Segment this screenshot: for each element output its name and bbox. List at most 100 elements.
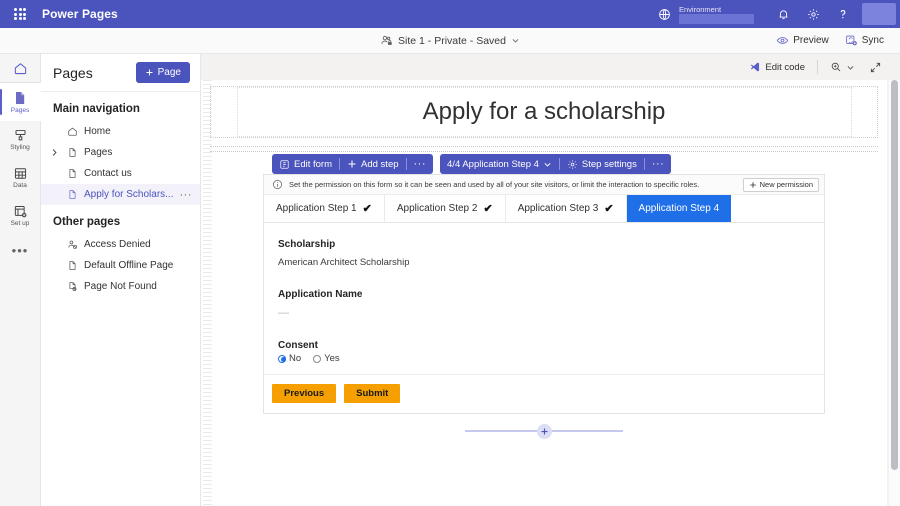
brand-bar-right: Environment <box>649 0 900 28</box>
nav-item-default-offline-label: Default Offline Page <box>84 260 173 271</box>
rail-label-setup: Set up <box>11 220 30 228</box>
nav-item-home-label: Home <box>84 126 111 137</box>
plus-icon <box>347 159 357 169</box>
new-permission-button[interactable]: New permission <box>743 178 819 192</box>
check-icon: ✔ <box>483 202 492 215</box>
power-pages-app: Power Pages Environment <box>0 0 900 506</box>
environment-label: Environment <box>679 5 754 14</box>
form-actions: Previous Submit <box>264 374 824 413</box>
site-status-text: Site 1 - Private - Saved <box>398 35 506 47</box>
rail-item-styling[interactable]: Styling <box>0 121 41 159</box>
nav-item-access-denied-label: Access Denied <box>84 239 151 250</box>
other-pages-title: Other pages <box>41 205 200 234</box>
environment-globe-icon[interactable] <box>649 0 679 28</box>
nav-item-access-denied[interactable]: Access Denied <box>41 234 200 255</box>
consent-option-no[interactable]: No <box>278 353 301 364</box>
step-tab-3-label: Application Step 3 <box>518 203 599 214</box>
help-icon[interactable] <box>828 0 858 28</box>
canvas-scrollbar[interactable] <box>889 80 900 506</box>
vscode-icon <box>749 61 761 73</box>
rail-label-data: Data <box>13 182 27 190</box>
pages-panel: Pages Page Main navigation Home <box>41 54 201 506</box>
gear-icon[interactable] <box>798 0 828 28</box>
rail-item-pages[interactable]: Pages <box>0 83 41 121</box>
add-section-button[interactable] <box>537 424 552 439</box>
waffle-grid <box>14 8 26 20</box>
page-not-found-icon <box>67 281 78 292</box>
page-preview-surface: Apply for a scholarship Edit fo <box>201 80 887 506</box>
form-body: Scholarship American Architect Scholarsh… <box>264 223 824 374</box>
form-more-button[interactable]: ··· <box>407 154 434 174</box>
add-step-label: Add step <box>361 159 399 170</box>
step-selector[interactable]: 4/4 Application Step 4 <box>440 154 559 174</box>
toolbar-divider <box>817 60 818 74</box>
plus-icon <box>145 68 154 77</box>
chevron-right-icon[interactable] <box>51 142 58 163</box>
step-tab-2[interactable]: Application Step 2 ✔ <box>385 195 506 222</box>
rail-more-button[interactable]: ••• <box>0 235 41 265</box>
step-more-button[interactable]: ··· <box>645 154 672 174</box>
rail-item-data[interactable]: Data <box>0 159 41 197</box>
consent-option-yes[interactable]: Yes <box>313 353 340 364</box>
form-steps-tabs: Application Step 1 ✔ Application Step 2 … <box>264 195 824 223</box>
consent-option-yes-label: Yes <box>324 353 340 364</box>
app-launcher-icon[interactable] <box>6 8 34 20</box>
sync-button[interactable]: Sync <box>839 31 890 50</box>
pages-panel-header: Pages Page <box>41 54 200 92</box>
submit-button[interactable]: Submit <box>344 384 400 403</box>
styling-icon <box>13 128 28 143</box>
command-bar: Site 1 - Private - Saved Preview <box>0 28 900 54</box>
edit-code-button[interactable]: Edit code <box>743 58 811 76</box>
magnifier-icon <box>830 61 842 73</box>
check-icon: ✔ <box>604 202 613 215</box>
form-card[interactable]: Edit form Add step ··· <box>263 174 825 414</box>
avatar-image-redacted <box>862 3 896 25</box>
new-page-button[interactable]: Page <box>136 62 190 83</box>
hero-section[interactable]: Apply for a scholarship <box>210 86 878 138</box>
field-application-name-label: Application Name <box>278 289 810 300</box>
form-toolbar-group-right: 4/4 Application Step 4 <box>440 154 671 174</box>
edit-form-button[interactable]: Edit form <box>272 154 339 174</box>
nav-item-apply-for-scholarship[interactable]: Apply for Scholars... ··· <box>41 184 200 205</box>
step-settings-button[interactable]: Step settings <box>560 154 644 174</box>
field-scholarship-value: American Architect Scholarship <box>278 257 810 268</box>
nav-item-home[interactable]: Home <box>41 121 200 142</box>
step-tab-4-label: Application Step 4 <box>639 203 720 214</box>
left-icon-rail: Pages Styling Data Set up <box>0 54 41 506</box>
previous-button[interactable]: Previous <box>272 384 336 403</box>
form-toolbar-group-left: Edit form Add step ··· <box>272 154 433 174</box>
brand-bar: Power Pages Environment <box>0 0 900 28</box>
radio-icon-yes[interactable] <box>313 355 321 363</box>
nav-item-contact-us[interactable]: Contact us <box>41 163 200 184</box>
nav-item-pages-label: Pages <box>84 147 112 158</box>
step-tab-4[interactable]: Application Step 4 <box>627 195 732 222</box>
home-icon <box>67 126 78 137</box>
site-status-chip[interactable]: Site 1 - Private - Saved <box>380 34 520 47</box>
nav-item-overflow-button[interactable]: ··· <box>180 189 193 201</box>
new-permission-label: New permission <box>760 180 813 189</box>
expand-button[interactable] <box>863 58 888 77</box>
preview-button[interactable]: Preview <box>770 31 835 50</box>
canvas-scrollbar-thumb[interactable] <box>891 80 898 470</box>
radio-icon-no[interactable] <box>278 355 286 363</box>
avatar[interactable] <box>858 0 900 28</box>
add-step-button[interactable]: Add step <box>340 154 406 174</box>
rail-home-button[interactable] <box>0 54 41 82</box>
nav-item-page-not-found[interactable]: Page Not Found <box>41 276 200 297</box>
step-tab-3[interactable]: Application Step 3 ✔ <box>506 195 627 222</box>
step-tab-1[interactable]: Application Step 1 ✔ <box>264 195 385 222</box>
zoom-control[interactable] <box>824 58 861 76</box>
page-icon <box>67 260 78 271</box>
bell-icon[interactable] <box>768 0 798 28</box>
nav-item-pages[interactable]: Pages <box>41 142 200 163</box>
field-scholarship-label: Scholarship <box>278 239 810 250</box>
page-title: Apply for a scholarship <box>423 98 666 126</box>
rail-item-setup[interactable]: Set up <box>0 197 41 235</box>
pages-panel-title: Pages <box>53 65 93 81</box>
nav-item-default-offline-page[interactable]: Default Offline Page <box>41 255 200 276</box>
main-navigation-title: Main navigation <box>41 92 200 121</box>
environment-selector[interactable]: Environment <box>679 5 754 24</box>
new-page-label: Page <box>158 67 181 78</box>
step-tab-1-label: Application Step 1 <box>276 203 357 214</box>
plus-icon <box>540 427 549 436</box>
